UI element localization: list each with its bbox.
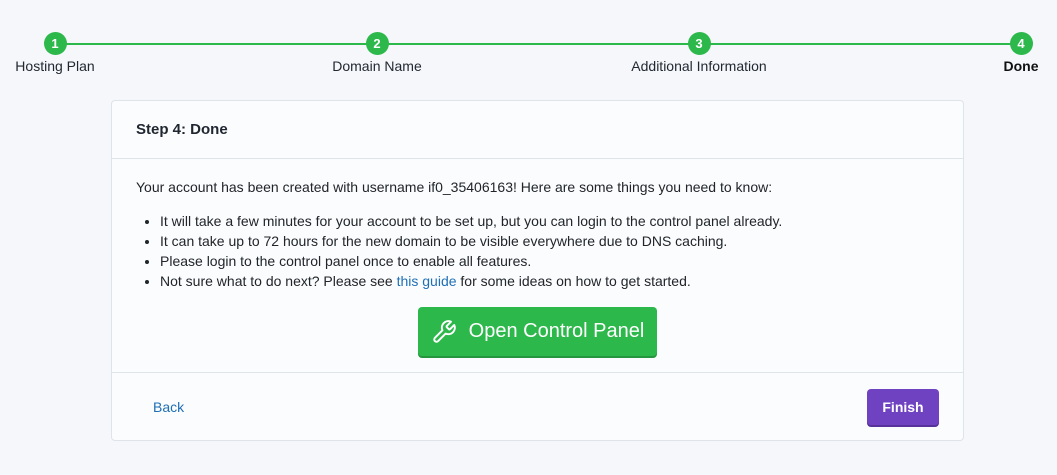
- finish-button[interactable]: Finish: [867, 389, 939, 425]
- step-2-label: Domain Name: [332, 58, 422, 74]
- done-card: Step 4: Done Your account has been creat…: [111, 100, 964, 441]
- open-control-panel-label: Open Control Panel: [468, 320, 645, 342]
- note-item: It will take a few minutes for your acco…: [160, 211, 939, 231]
- card-title: Step 4: Done: [136, 121, 228, 138]
- step-2-circle: 2: [365, 32, 389, 55]
- step-3-label: Additional Information: [631, 58, 767, 74]
- step-done: 4 Done: [921, 32, 1057, 74]
- card-header: Step 4: Done: [112, 101, 963, 159]
- notes-list: It will take a few minutes for your acco…: [136, 211, 939, 291]
- card-footer: Back Finish: [112, 373, 963, 441]
- step-1-label: Hosting Plan: [15, 58, 95, 74]
- step-1-circle: 1: [43, 32, 67, 55]
- step-4-label: Done: [1003, 58, 1039, 74]
- step-additional-information: 3 Additional Information: [599, 32, 799, 74]
- stepper-progress-line: [55, 43, 1021, 45]
- card-body: Your account has been created with usern…: [112, 159, 963, 373]
- open-control-panel-button[interactable]: Open Control Panel: [417, 307, 658, 356]
- this-guide-link[interactable]: this guide: [397, 273, 457, 289]
- step-4-circle: 4: [1009, 32, 1033, 55]
- back-link[interactable]: Back: [153, 399, 184, 415]
- progress-stepper: 1 Hosting Plan 2 Domain Name 3 Additiona…: [0, 0, 1057, 90]
- step-3-circle: 3: [687, 32, 711, 55]
- wrench-icon: [431, 319, 457, 345]
- note-guide-suffix: for some ideas on how to get started.: [456, 273, 691, 289]
- step-domain-name: 2 Domain Name: [277, 32, 477, 74]
- note-guide-prefix: Not sure what to do next? Please see: [160, 273, 397, 289]
- note-item: Please login to the control panel once t…: [160, 251, 939, 271]
- account-created-message: Your account has been created with usern…: [136, 179, 773, 195]
- step-hosting-plan: 1 Hosting Plan: [0, 32, 155, 74]
- signup-wizard-page: 1 Hosting Plan 2 Domain Name 3 Additiona…: [0, 0, 1057, 475]
- note-item: It can take up to 72 hours for the new d…: [160, 231, 939, 251]
- control-panel-button-wrap: Open Control Panel: [136, 307, 939, 356]
- note-item-guide: Not sure what to do next? Please see thi…: [160, 271, 939, 291]
